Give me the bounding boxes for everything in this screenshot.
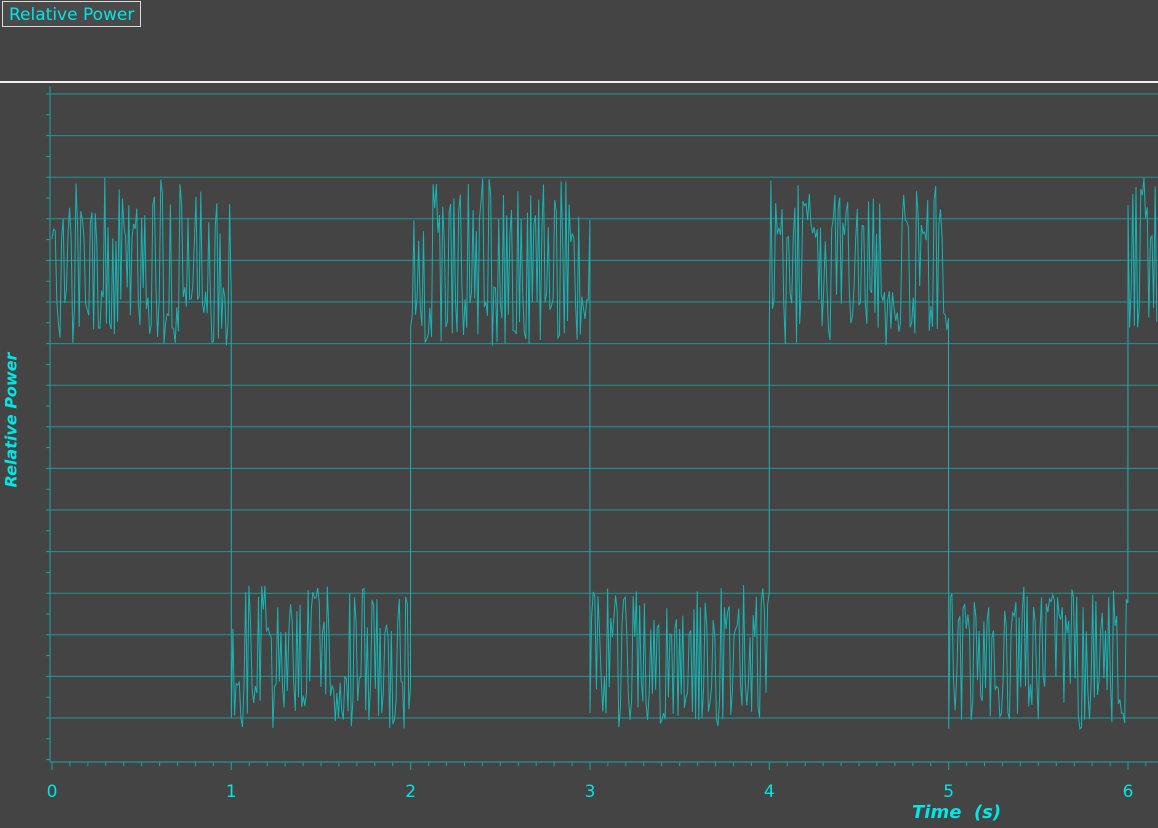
x-tick-label-3: 3 bbox=[585, 782, 596, 802]
y-axis-label: Relative Power bbox=[1, 352, 21, 488]
x-tick-label-6: 6 bbox=[1123, 782, 1134, 802]
plot-window: Relative Power 0123456 Relative Power Ti… bbox=[0, 0, 1158, 828]
x-tick-label-1: 1 bbox=[226, 782, 237, 802]
x-tick-label-0: 0 bbox=[47, 782, 58, 802]
x-tick-label-2: 2 bbox=[405, 782, 416, 802]
x-tick-labels: 0 1 2 3 4 5 6 bbox=[47, 782, 1134, 802]
relative-power-chart: 0 1 2 3 4 5 6 bbox=[46, 86, 1158, 802]
grid-lines bbox=[50, 93, 1158, 719]
x-axis-label: Time (s) bbox=[912, 802, 1002, 823]
x-tick-label-4: 4 bbox=[764, 782, 775, 802]
x-tick-label-5: 5 bbox=[943, 782, 954, 802]
